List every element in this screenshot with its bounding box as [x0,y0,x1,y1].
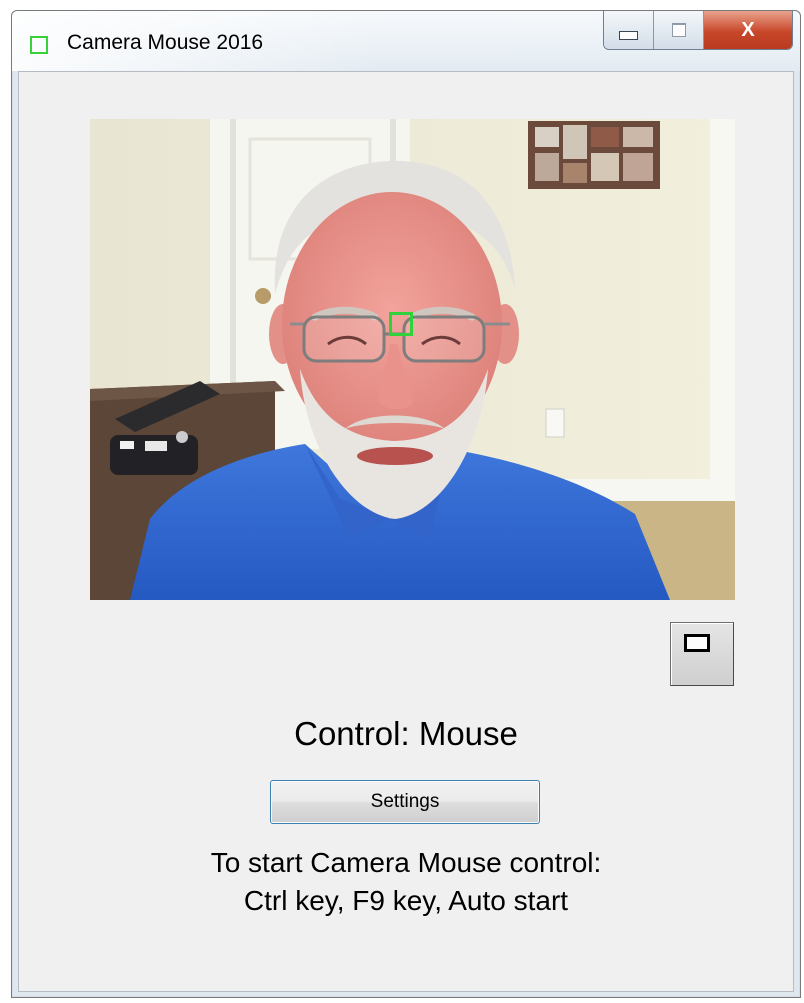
client-area: Control: Mouse Settings To start Camera … [18,71,794,992]
camera-mouse-window: Camera Mouse 2016 X Control: Mouse Setti… [11,10,801,998]
window-title: Camera Mouse 2016 [67,31,264,54]
minimize-icon [619,30,638,40]
green-square-icon [30,36,48,54]
close-button[interactable]: X [704,11,792,49]
instructions-line-1: To start Camera Mouse control: [210,847,602,878]
webcam-image [90,119,735,600]
maximize-button[interactable] [654,11,704,49]
start-instructions: To start Camera Mouse control: Ctrl key,… [19,844,793,920]
control-status-label: Control: Mouse [294,715,518,752]
tracking-square-icon [389,312,413,336]
settings-button[interactable]: Settings [270,780,540,824]
window-controls: X [603,11,793,50]
square-outline-icon [684,634,710,652]
close-icon: X [741,18,755,41]
title-bar[interactable]: Camera Mouse 2016 X [12,11,800,71]
tracking-toggle-button[interactable] [670,622,734,686]
camera-video-feed[interactable] [90,119,735,600]
maximize-icon [671,23,686,37]
instructions-line-2: Ctrl key, F9 key, Auto start [243,885,569,916]
minimize-button[interactable] [604,11,654,49]
